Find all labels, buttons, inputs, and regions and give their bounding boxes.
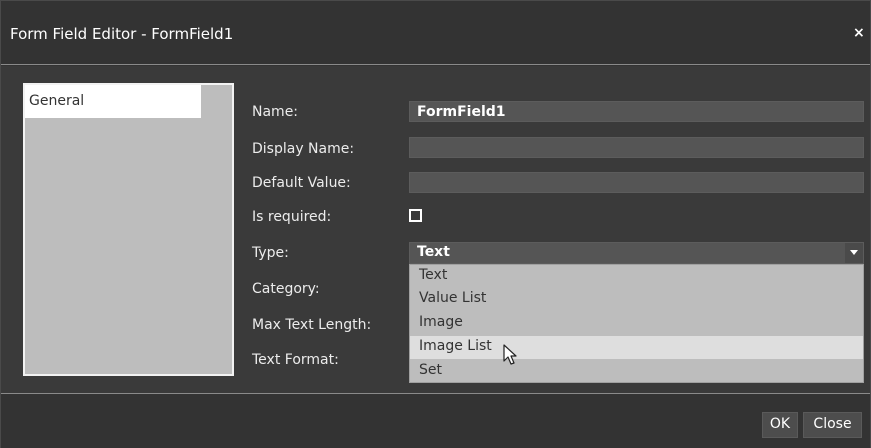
dropdown-option-set[interactable]: Set	[410, 360, 863, 383]
dropdown-option-value-list[interactable]: Value List	[410, 288, 863, 311]
mouse-pointer-icon	[503, 344, 517, 365]
dropdown-option-text[interactable]: Text	[410, 265, 863, 288]
chevron-down-icon[interactable]	[845, 243, 863, 263]
category-label: Category:	[252, 281, 320, 297]
type-select[interactable]: Text	[409, 242, 864, 264]
text-format-label: Text Format:	[252, 352, 339, 368]
dropdown-option-image[interactable]: Image	[410, 312, 863, 335]
is-required-checkbox[interactable]	[409, 209, 422, 222]
type-select-value: Text	[417, 244, 450, 260]
type-label: Type:	[252, 245, 289, 261]
sidebar-item-general[interactable]: General	[25, 85, 201, 118]
display-name-label: Display Name:	[252, 141, 355, 157]
default-value-field[interactable]	[409, 172, 864, 193]
close-button[interactable]: Close	[803, 412, 862, 438]
display-name-field[interactable]	[409, 137, 864, 158]
close-icon[interactable]: ×	[853, 25, 865, 41]
dialog-footer: OK Close	[1, 393, 870, 448]
max-text-length-label: Max Text Length:	[252, 317, 372, 333]
name-field[interactable]	[409, 101, 864, 122]
dropdown-option-image-list[interactable]: Image List	[410, 336, 863, 359]
default-value-label: Default Value:	[252, 175, 351, 191]
form-field-editor-dialog: Form Field Editor - FormField1 × General…	[0, 0, 871, 448]
name-label: Name:	[252, 104, 299, 120]
dialog-titlebar: Form Field Editor - FormField1 ×	[1, 1, 870, 65]
dialog-title: Form Field Editor - FormField1	[10, 25, 234, 43]
sidebar-nav: General	[23, 83, 234, 376]
is-required-label: Is required:	[252, 209, 332, 225]
type-dropdown-list: Text Value List Image Image List Set	[409, 264, 864, 383]
ok-button[interactable]: OK	[762, 412, 798, 438]
